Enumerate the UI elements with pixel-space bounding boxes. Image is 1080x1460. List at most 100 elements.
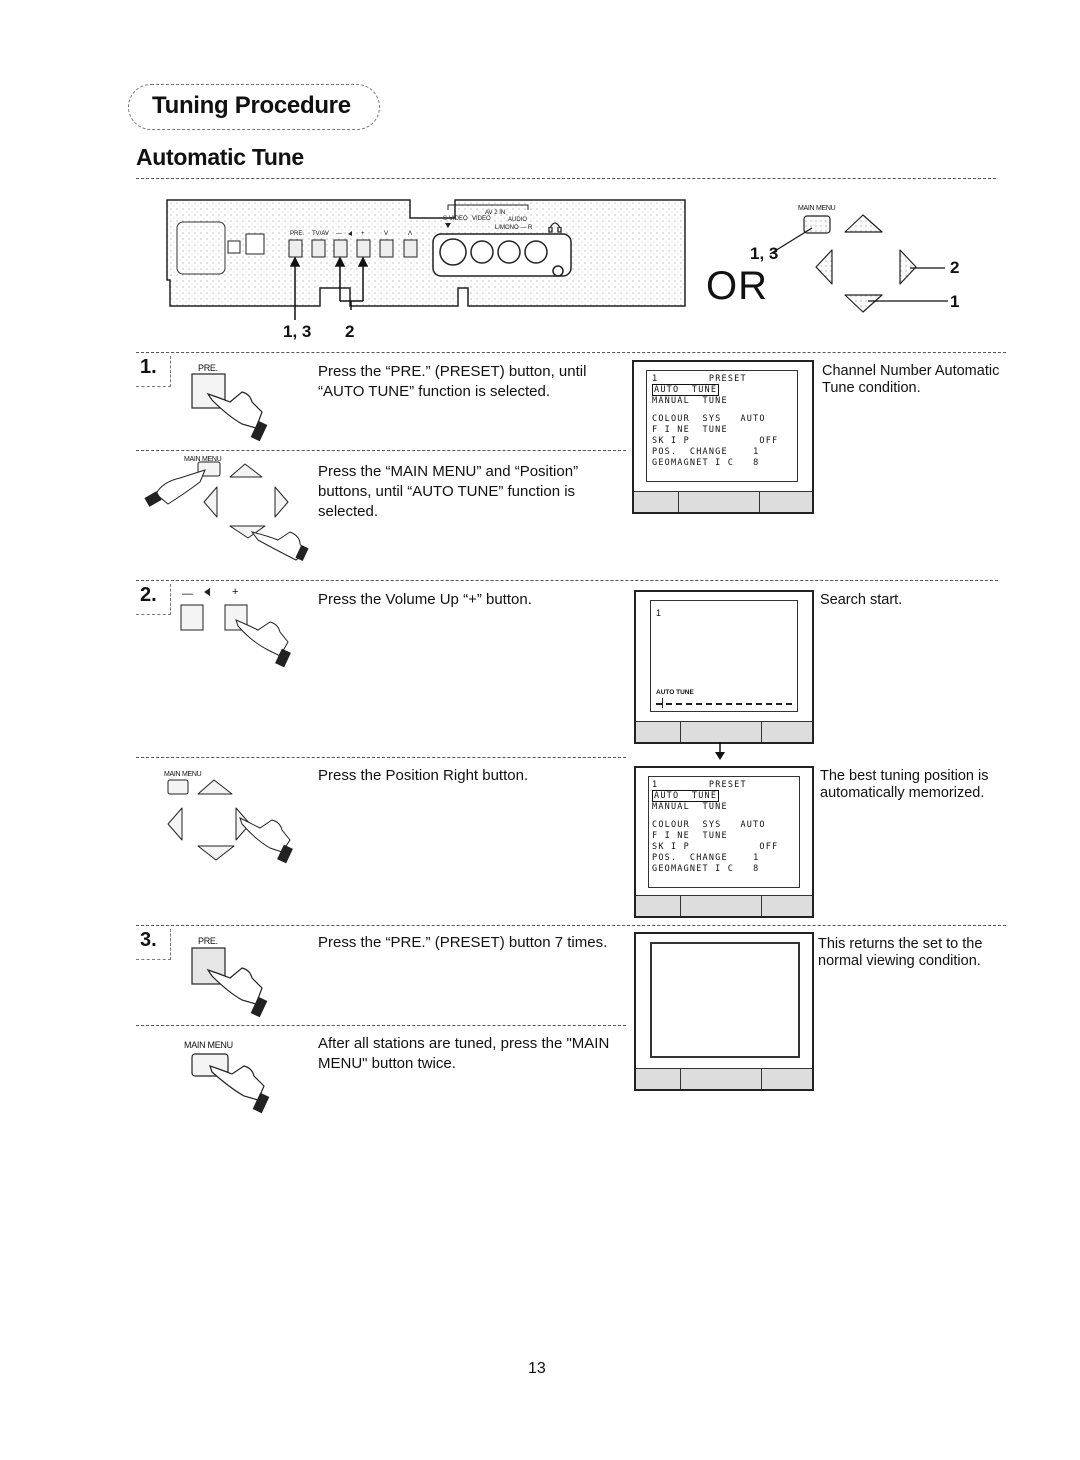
step2b-divider: [136, 757, 626, 758]
step-number-2: 2.: [136, 584, 171, 615]
step1-divider: [136, 352, 1006, 353]
osd-channel: 1: [652, 374, 659, 384]
osd-item-manual-tune: MANUAL TUNE: [652, 396, 728, 406]
pointing-hand-icon: [209, 1065, 265, 1101]
osd-item-auto-tune: AUTO TUNE: [652, 790, 720, 802]
step-number-3: 3.: [136, 929, 171, 960]
step2-divider: [136, 580, 998, 581]
tv-screen-step1: 1 PRESET AUTO TUNE MANUAL TUNE COLOUR SY…: [632, 360, 814, 514]
osd-menu-2: 1 PRESET AUTO TUNE MANUAL TUNE COLOUR SY…: [652, 780, 778, 875]
step3-alt-instruction: After all stations are tuned, press the …: [318, 1035, 610, 1072]
step2-note: Search start.: [820, 592, 903, 608]
label-vol-plus: +: [361, 231, 365, 237]
osd-item-geomagnetic: GEOMAGNET I C 8: [652, 458, 760, 468]
tv-screen-step3: [634, 932, 814, 1091]
tuning-cursor: [662, 698, 663, 708]
step2-instruction: Press the Volume Up “+” button.: [318, 591, 532, 608]
audio-right-jack[interactable]: [524, 240, 548, 264]
label-ch-down: V: [384, 231, 388, 237]
label-svideo: S-VIDEO: [443, 216, 468, 222]
osd-title: PRESET: [708, 780, 747, 790]
osd-item-manual-tune: MANUAL TUNE: [652, 802, 728, 812]
step-number-1: 1.: [136, 356, 171, 387]
callout-position-right: 2: [950, 258, 960, 277]
subtitle: Automatic Tune: [136, 144, 304, 170]
position-up-button[interactable]: [197, 779, 233, 795]
pointing-hand-icon: [239, 817, 291, 853]
volume-minus-label: —: [182, 588, 193, 600]
step2b-instruction: Press the Position Right button.: [318, 767, 529, 784]
press-main-menu-position-illustration: [144, 461, 309, 562]
osd-item-skip: SK I P OFF: [652, 842, 779, 852]
tvav-button[interactable]: [311, 239, 326, 258]
video-jack[interactable]: [470, 240, 494, 264]
audio-left-jack[interactable]: [497, 240, 521, 264]
page-number: 13: [528, 1360, 546, 1377]
osd-title: PRESET: [708, 374, 747, 384]
label-video: VIDEO: [472, 216, 491, 222]
pre-button-label-step3: PRE.: [198, 936, 218, 946]
tuning-progress-bar: [656, 703, 792, 705]
av-jack-panel: [432, 233, 572, 277]
power-indicator: [227, 240, 241, 254]
svideo-jack[interactable]: [439, 238, 467, 266]
step2b-note: The best tuning position is automaticall…: [820, 768, 989, 801]
pointing-hand-icon: [235, 619, 289, 657]
callout-position-down: 1: [950, 292, 960, 311]
osd-channel: 1: [652, 780, 659, 790]
position-down-button[interactable]: [844, 294, 883, 313]
step3-alt-divider: [136, 1025, 626, 1026]
pointing-hand-icon: [206, 967, 263, 1005]
callout-pre-steps: 1, 3: [283, 322, 312, 341]
remote-position-buttons: [769, 214, 948, 313]
volume-down-button[interactable]: [333, 239, 348, 258]
pointing-hand-icon: [206, 391, 263, 429]
step3-instruction: Press the “PRE.” (PRESET) button 7 times…: [318, 934, 608, 951]
headphone-jack[interactable]: [552, 265, 564, 277]
osd-item-auto-tune: AUTO TUNE: [652, 384, 720, 396]
position-left-button[interactable]: [203, 486, 218, 518]
label-tvav: TV/AV: [312, 231, 329, 237]
osd-channel: 1: [656, 608, 662, 618]
osd-auto-tune-label: AUTO TUNE: [656, 689, 694, 696]
position-left-button[interactable]: [167, 807, 183, 841]
osd-item-skip: SK I P OFF: [652, 436, 779, 446]
press-pre-illustration: [191, 373, 268, 442]
osd-menu-1: 1 PRESET AUTO TUNE MANUAL TUNE COLOUR SY…: [652, 374, 778, 469]
label-ch-up: Λ: [408, 231, 412, 237]
osd-item-colour-sys: COLOUR SYS AUTO: [652, 820, 766, 830]
step1-alt-divider: [136, 450, 626, 451]
press-volume-up-illustration: [180, 588, 291, 668]
position-right-button[interactable]: [899, 249, 917, 285]
osd-item-fine-tune: F I NE TUNE: [652, 425, 728, 435]
volume-up-button[interactable]: [356, 239, 371, 258]
position-down-button[interactable]: [197, 845, 235, 861]
step1-alt-instruction: Press the “MAIN MENU” and “Position” but…: [318, 463, 579, 520]
press-pre-7-times-illustration: [191, 947, 268, 1018]
label-lmono-r: L/MONO — R: [495, 225, 533, 231]
channel-down-button[interactable]: [379, 239, 394, 258]
pre-button[interactable]: [288, 239, 303, 258]
position-up-button[interactable]: [844, 214, 883, 233]
step3-divider: [136, 925, 1006, 926]
label-vol-minus: —: [336, 231, 342, 237]
callout-volume-step: 2: [345, 322, 355, 341]
osd-item-pos-change: POS. CHANGE 1: [652, 447, 760, 457]
main-menu-button[interactable]: [167, 779, 189, 795]
position-left-button[interactable]: [815, 249, 833, 285]
pointing-hand-icon: [155, 469, 206, 505]
position-up-button[interactable]: [229, 463, 263, 478]
tv-screen-step2b: 1 PRESET AUTO TUNE MANUAL TUNE COLOUR SY…: [634, 766, 814, 918]
osd-item-geomagnetic: GEOMAGNET I C 8: [652, 864, 760, 874]
header-divider: [136, 178, 996, 179]
press-position-right-illustration: [167, 779, 293, 864]
step1-instruction: Press the “PRE.” (PRESET) button, until …: [318, 363, 587, 400]
section-title: Tuning Procedure: [152, 92, 351, 119]
volume-down-button[interactable]: [180, 604, 204, 631]
tv-front-panel-diagram: PRE. TV/AV — + V Λ AV 2 IN S-VIDEO VIDEO…: [166, 199, 686, 320]
power-area: [176, 221, 226, 275]
channel-up-button[interactable]: [403, 239, 418, 258]
speaker-icon: [204, 588, 210, 596]
position-right-button[interactable]: [274, 486, 289, 518]
osd-item-pos-change: POS. CHANGE 1: [652, 853, 760, 863]
